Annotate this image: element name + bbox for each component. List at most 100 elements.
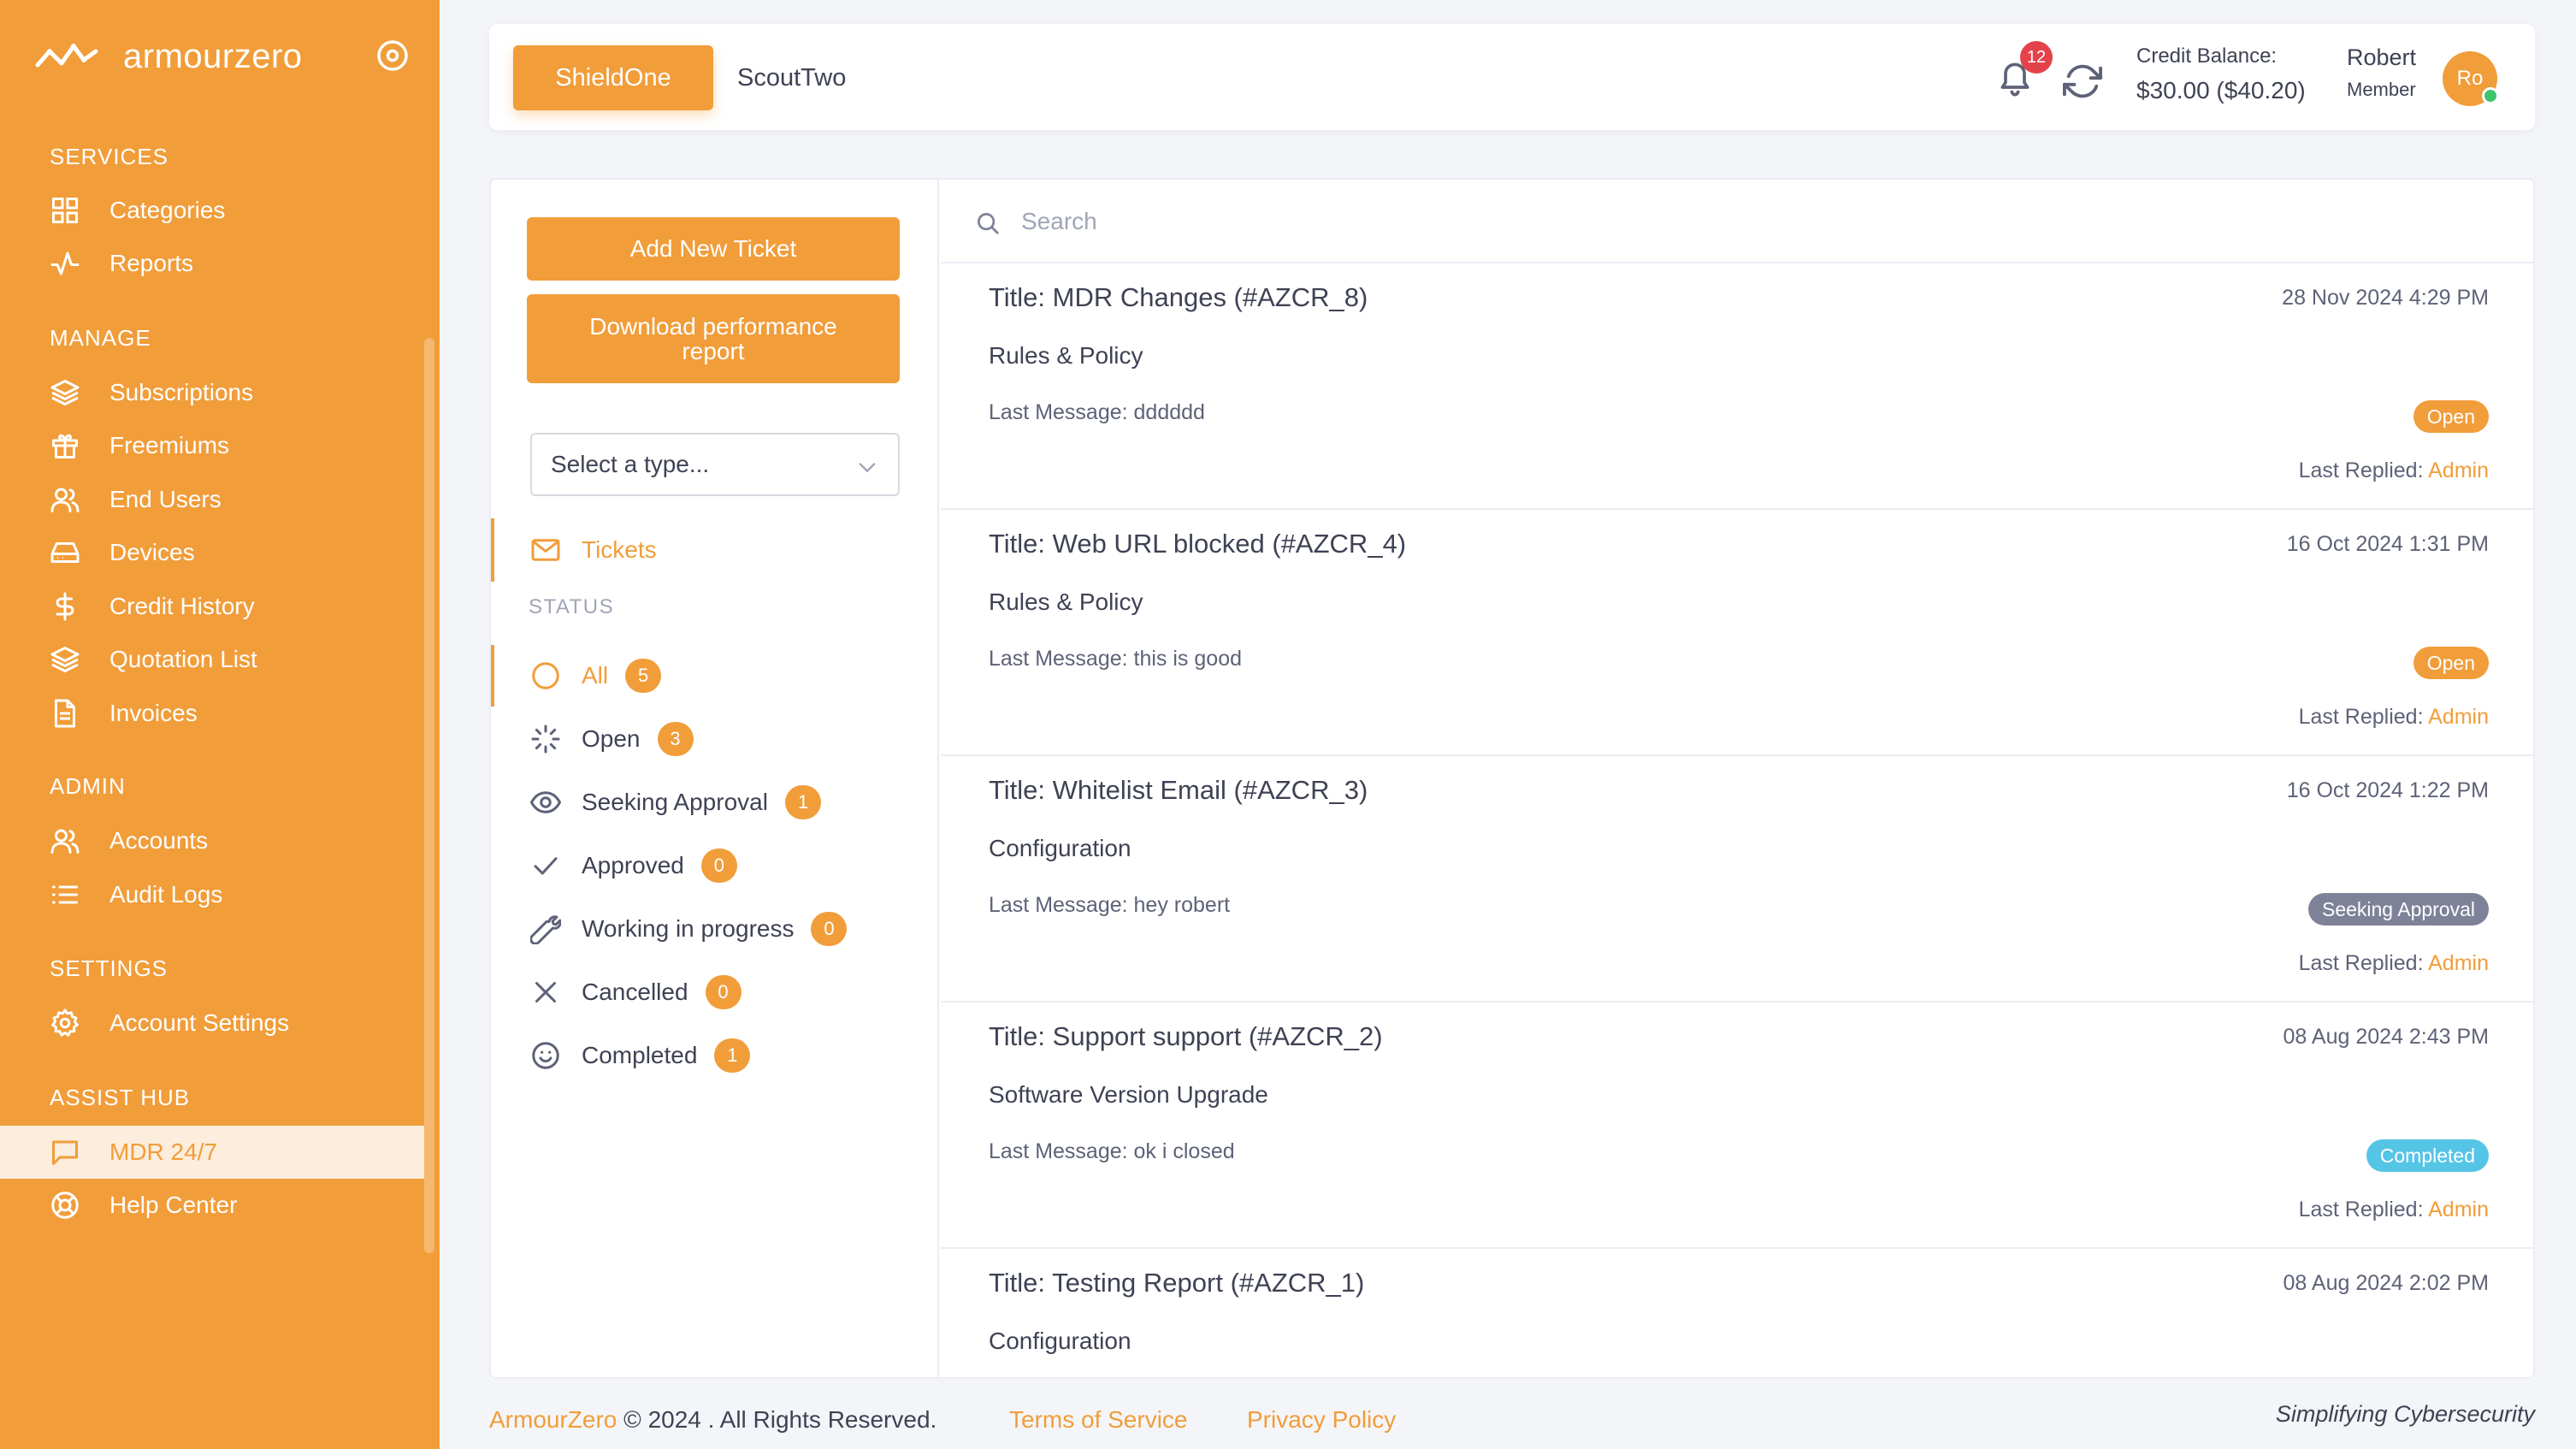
sidebar-item-credit-history[interactable]: Credit History [0, 580, 424, 633]
ticket-item[interactable]: Title: Whitelist Email (#AZCR_3) 16 Oct … [941, 756, 2533, 1002]
sidebar-item-label: Accounts [109, 827, 209, 854]
circle-icon [532, 662, 559, 689]
ticket-date: 28 Nov 2024 4:29 PM [2282, 286, 2489, 310]
user-role: Member [2347, 79, 2416, 100]
sidebar-item-label: Audit Logs [109, 881, 223, 908]
section-title-settings: SETTINGS [50, 955, 168, 981]
status-filter-label: Approved [582, 852, 684, 878]
status-count-badge: 0 [705, 975, 741, 1009]
status-count-badge: 1 [714, 1038, 751, 1073]
tab-scouttwo[interactable]: ScoutTwo [737, 45, 874, 110]
file-text-icon [55, 699, 75, 728]
footer-copyright-text: © 2024 . All Rights Reserved. [617, 1406, 937, 1433]
status-filter-approved[interactable]: Approved 0 [491, 835, 939, 896]
ticket-filters-column: Add New Ticket Download performance repo… [491, 180, 939, 1377]
brand: armourzero [34, 31, 411, 82]
status-filter-cancelled[interactable]: Cancelled 0 [491, 961, 939, 1023]
status-badge: Seeking Approval [2307, 893, 2489, 926]
hard-drive-icon [50, 542, 80, 563]
status-badge: Open [2413, 647, 2489, 679]
status-filter-all[interactable]: All 5 [491, 645, 939, 707]
sidebar-item-invoices[interactable]: Invoices [0, 687, 424, 740]
sidebar-item-reports[interactable]: Reports [0, 237, 424, 290]
download-report-label-line2: report [682, 338, 745, 364]
ticket-type-select-value: Select a type... [551, 451, 710, 477]
status-badge: Open [2413, 400, 2489, 433]
terms-of-service-link[interactable]: Terms of Service [1009, 1406, 1188, 1434]
message-icon [52, 1140, 78, 1165]
section-title-manage: MANAGE [50, 325, 151, 351]
last-replied-by: Admin [2428, 458, 2489, 482]
sidebar-item-audit-logs[interactable]: Audit Logs [0, 868, 424, 921]
last-replied-by: Admin [2428, 951, 2489, 975]
sidebar-item-end-users[interactable]: End Users [0, 473, 424, 526]
sidebar-item-subscriptions[interactable]: Subscriptions [0, 366, 424, 419]
ticket-type-select[interactable]: Select a type... [530, 433, 900, 496]
footer-brand-link[interactable]: ArmourZero [489, 1406, 617, 1433]
status-filter-seeking-approval[interactable]: Seeking Approval 1 [491, 772, 939, 833]
sidebar-item-label: Reports [109, 250, 194, 276]
activity-icon [50, 251, 80, 275]
nav-tickets[interactable]: Tickets [491, 518, 939, 582]
sidebar-item-label: Account Settings [109, 1009, 290, 1036]
dollar-icon [56, 592, 74, 621]
download-performance-report-button[interactable]: Download performance report [527, 294, 900, 383]
ticket-item[interactable]: Title: Testing Report (#AZCR_1) 08 Aug 2… [941, 1249, 2533, 1377]
section-title-services: SERVICES [50, 144, 169, 169]
sidebar-item-help-center[interactable]: Help Center [0, 1179, 424, 1232]
status-filter-open[interactable]: Open 3 [491, 708, 939, 770]
status-badge: Completed [2366, 1139, 2489, 1172]
last-replied-by: Admin [2428, 1198, 2489, 1221]
ticket-date: 16 Oct 2024 1:22 PM [2286, 778, 2489, 802]
add-new-ticket-button[interactable]: Add New Ticket [527, 217, 900, 281]
search-icon [978, 213, 999, 234]
ticket-item[interactable]: Title: MDR Changes (#AZCR_8) 28 Nov 2024… [941, 263, 2533, 510]
sidebar-item-mdr[interactable]: MDR 24/7 [0, 1126, 424, 1179]
status-count-badge: 0 [700, 849, 737, 883]
ticket-last-replied: Last Replied: Admin [2299, 705, 2489, 730]
sidebar-item-devices[interactable]: Devices [0, 526, 424, 579]
sidebar-item-label: End Users [109, 486, 222, 512]
armourzero-logo-icon [35, 44, 98, 68]
search-input[interactable] [1021, 202, 2475, 241]
ticket-last-message: Last Message: this is good [989, 647, 1242, 671]
sidebar-item-categories[interactable]: Categories [0, 184, 424, 237]
last-replied-by: Admin [2428, 705, 2489, 729]
ticket-last-replied: Last Replied: Admin [2299, 1198, 2489, 1222]
sidebar-scrollbar[interactable] [424, 338, 434, 1253]
gear-icon [51, 1008, 79, 1037]
ticket-title: Title: MDR Changes (#AZCR_8) [989, 282, 1368, 312]
sidebar-item-label: Invoices [109, 700, 198, 726]
status-count-badge: 0 [811, 912, 848, 946]
tab-shieldone[interactable]: ShieldOne [513, 45, 713, 110]
ticket-category: Rules & Policy [989, 588, 1143, 615]
ticket-last-message: Last Message: ok i closed [989, 1139, 1235, 1163]
ticket-last-message: Last Message: hey robert [989, 893, 1231, 917]
refresh-icon[interactable] [2063, 62, 2102, 101]
ticket-item[interactable]: Title: Support support (#AZCR_2) 08 Aug … [941, 1002, 2533, 1249]
grid-icon [52, 198, 78, 223]
status-filter-working-in-progress[interactable]: Working in progress 0 [491, 898, 939, 960]
sidebar-item-label: Devices [109, 539, 195, 565]
ticket-title: Title: Whitelist Email (#AZCR_3) [989, 775, 1368, 805]
sidebar-item-freemiums[interactable]: Freemiums [0, 419, 424, 472]
sidebar-item-quotation-list[interactable]: Quotation List [0, 633, 424, 686]
users-icon [50, 829, 80, 854]
status-filter-label: Cancelled [582, 979, 688, 1005]
ticket-title: Title: Support support (#AZCR_2) [989, 1021, 1383, 1051]
status-filter-completed[interactable]: Completed 1 [491, 1025, 939, 1086]
tickets-panel: Add New Ticket Download performance repo… [489, 178, 2535, 1379]
sidebar-item-accounts[interactable]: Accounts [0, 814, 424, 867]
ticket-category: Configuration [989, 835, 1131, 861]
sidebar-toggle-icon[interactable] [375, 38, 411, 74]
life-buoy-icon [51, 1192, 79, 1219]
x-icon [535, 982, 556, 1002]
sidebar-item-account-settings[interactable]: Account Settings [0, 997, 424, 1050]
online-status-indicator [2482, 87, 2499, 104]
ticket-title: Title: Web URL blocked (#AZCR_4) [989, 529, 1407, 559]
sidebar-item-label: Quotation List [109, 646, 257, 672]
ticket-item[interactable]: Title: Web URL blocked (#AZCR_4) 16 Oct … [941, 510, 2533, 756]
sidebar: armourzero SERVICES Categories Reports M… [0, 0, 440, 1449]
nav-tickets-label: Tickets [582, 536, 657, 563]
privacy-policy-link[interactable]: Privacy Policy [1247, 1406, 1396, 1434]
